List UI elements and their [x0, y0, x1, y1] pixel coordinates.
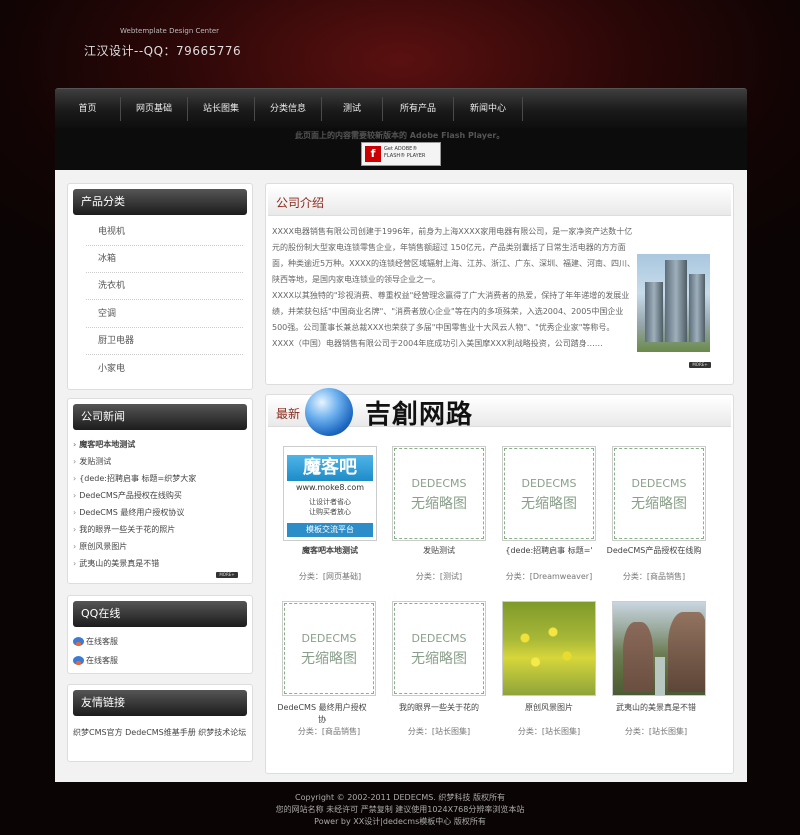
nav-all-products[interactable]: 所有产品	[383, 89, 453, 129]
category-item[interactable]: 空调	[86, 301, 243, 328]
category-panel: 产品分类 电视机 冰箱 洗衣机 空调 厨卫电器 小家电	[67, 183, 253, 390]
news-heading: 公司新闻	[73, 404, 247, 430]
product-category[interactable]: 分类：[商品销售]	[604, 571, 704, 582]
footer-notice: 您的网站名称 未经许可 严禁复制 建议使用1024X768分辨率浏览本站	[275, 805, 525, 814]
category-item[interactable]: 电视机	[86, 219, 243, 246]
footer-power: Power by XX设计|dedecms模板中心 版权所有	[314, 817, 486, 826]
company-building-image	[637, 254, 710, 352]
globe-icon	[305, 388, 353, 436]
news-item[interactable]: › DedeCMS产品授权在线购买	[73, 490, 182, 501]
links-heading: 友情链接	[73, 690, 247, 716]
moke-bar: 模板交流平台	[287, 523, 373, 537]
about-more-button[interactable]: MORE+	[689, 362, 711, 368]
qq-icon	[73, 656, 84, 665]
flash-button-line1: Get ADOBE®	[384, 146, 418, 152]
nav-home[interactable]: 首页	[55, 89, 120, 129]
about-title: 公司介绍	[276, 196, 325, 210]
about-text: XXXX电器销售有限公司创建于1996年，前身为上海XXXX家用电器有限公司，是…	[272, 224, 636, 352]
mountain-photo[interactable]	[612, 601, 706, 696]
product-category[interactable]: 分类：[测试]	[384, 571, 494, 582]
product-category[interactable]: 分类：[站长图集]	[384, 726, 494, 737]
news-item[interactable]: › 发贴测试	[73, 456, 111, 467]
nav-gallery[interactable]: 站长图集	[188, 89, 254, 129]
news-more-button[interactable]: MORE+	[216, 572, 238, 578]
product-thumbnail[interactable]: DEDECMS 无缩略图	[612, 446, 706, 541]
products-title: 最新	[276, 407, 301, 421]
product-thumbnail[interactable]: 魔客吧 www.moke8.com 让设计者省心 让购买者放心 模板交流平台	[283, 446, 377, 541]
news-item[interactable]: › 武夷山的美景真是不错	[73, 558, 159, 569]
qq-heading: QQ在线	[73, 601, 247, 627]
about-paragraph: XXXX电器销售有限公司创建于1996年，前身为上海XXXX家用电器有限公司，是…	[272, 227, 636, 284]
product-thumbnail[interactable]: DEDECMS 无缩略图	[282, 601, 376, 696]
news-item[interactable]: › 我的眼界一些关于花的照片	[73, 524, 175, 535]
product-title[interactable]: DedeCMS 最终用户授权协	[274, 702, 370, 726]
flash-banner: 此页面上的内容需要较新版本的 Adobe Flash Player。 f Get…	[55, 128, 747, 170]
news-item[interactable]: › {dede:招聘启事 标题=织梦大家	[73, 473, 196, 484]
qq-service-link[interactable]: 在线客服	[73, 636, 118, 647]
about-header: 公司介绍	[268, 186, 731, 216]
nav-web-basics[interactable]: 网页基础	[121, 89, 187, 129]
header: Webtemplate Design Center 江汉设计--QQ：79665…	[0, 0, 800, 88]
about-panel: 公司介绍 XXXX电器销售有限公司创建于1996年，前身为上海XXXX家用电器有…	[265, 183, 734, 385]
product-title[interactable]: 我的眼界一些关于花的	[384, 702, 494, 714]
category-item[interactable]: 冰箱	[86, 246, 243, 273]
footer: Copyright © 2002-2011 DEDECMS. 织梦科技 版权所有…	[0, 792, 800, 828]
product-category[interactable]: 分类：[站长图集]	[604, 726, 708, 737]
product-thumbnail[interactable]: DEDECMS 无缩略图	[392, 446, 486, 541]
watermark-logo: 吉創网路	[305, 388, 505, 442]
product-thumbnail[interactable]: DEDECMS 无缩略图	[502, 446, 596, 541]
footer-copyright: Copyright © 2002-2011 DEDECMS. 织梦科技 版权所有	[295, 793, 505, 802]
product-title[interactable]: 魔客吧本地测试	[275, 545, 385, 557]
product-category[interactable]: 分类：[商品销售]	[274, 726, 384, 737]
product-category[interactable]: 分类：[站长图集]	[494, 726, 604, 737]
product-thumbnail[interactable]: DEDECMS 无缩略图	[392, 601, 486, 696]
nav-classifieds[interactable]: 分类信息	[255, 89, 321, 129]
links-panel: 友情链接 织梦CMS官方 DedeCMS维基手册 织梦技术论坛	[67, 684, 253, 762]
category-item[interactable]: 小家电	[86, 356, 243, 383]
product-category[interactable]: 分类：[Dreamweaver]	[494, 571, 604, 582]
product-title[interactable]: {dede:招聘启事 标题='	[494, 545, 604, 557]
product-category[interactable]: 分类：[网页基础]	[275, 571, 385, 582]
site-title: 江汉设计--QQ：79665776	[84, 44, 242, 58]
news-item[interactable]: › 原创风景图片	[73, 541, 127, 552]
moke-slogan: 让购买者放心	[309, 508, 351, 516]
product-title[interactable]: 原创风景图片	[494, 702, 604, 714]
about-paragraph: XXXX以其独特的"珍视消费、尊重权益"经营理念赢得了广大消费者的热爱，保持了年…	[272, 291, 630, 332]
nav-divider	[522, 97, 523, 121]
news-item[interactable]: › DedeCMS 最终用户授权协议	[73, 507, 184, 518]
flash-button-line2: FLASH® PLAYER	[384, 153, 426, 159]
qq-icon	[73, 637, 84, 646]
about-paragraph: XXXX（中国）电器销售有限公司于2004年底成功引入美国摩XXX利战略投资，公…	[272, 339, 603, 348]
product-title[interactable]: DedeCMS产品授权在线购	[604, 545, 704, 557]
header-subtitle: Webtemplate Design Center	[120, 27, 220, 35]
news-item[interactable]: › 魔客吧本地测试	[73, 439, 135, 450]
qq-service-link[interactable]: 在线客服	[73, 655, 118, 666]
category-item[interactable]: 洗衣机	[86, 273, 243, 300]
moke-slogan: 让设计者省心	[309, 498, 351, 506]
news-panel: 公司新闻 › 魔客吧本地测试 › 发贴测试 › {dede:招聘启事 标题=织梦大家 …	[67, 398, 253, 584]
flash-icon: f	[365, 146, 381, 162]
qq-panel: QQ在线 在线客服 在线客服	[67, 595, 253, 674]
product-title[interactable]: 发贴测试	[384, 545, 494, 557]
category-item[interactable]: 厨卫电器	[86, 328, 243, 355]
moke-url: www.moke8.com	[295, 483, 365, 492]
flash-notice: 此页面上的内容需要较新版本的 Adobe Flash Player。	[295, 131, 505, 140]
nav-test[interactable]: 测试	[322, 89, 382, 129]
category-heading: 产品分类	[73, 189, 247, 215]
nav-news[interactable]: 新闻中心	[454, 89, 522, 129]
friend-links[interactable]: 织梦CMS官方 DedeCMS维基手册 织梦技术论坛	[73, 725, 249, 741]
product-title[interactable]: 武夷山的美景真是不错	[604, 702, 708, 714]
moke-brand: 魔客吧	[287, 455, 373, 481]
watermark-text: 吉創网路	[365, 400, 474, 430]
get-flash-button[interactable]: f Get ADOBE® FLASH® PLAYER	[361, 142, 441, 166]
flower-photo[interactable]	[502, 601, 596, 696]
main-nav: 首页 网页基础 站长图集 分类信息 测试 所有产品 新闻中心	[55, 88, 747, 128]
